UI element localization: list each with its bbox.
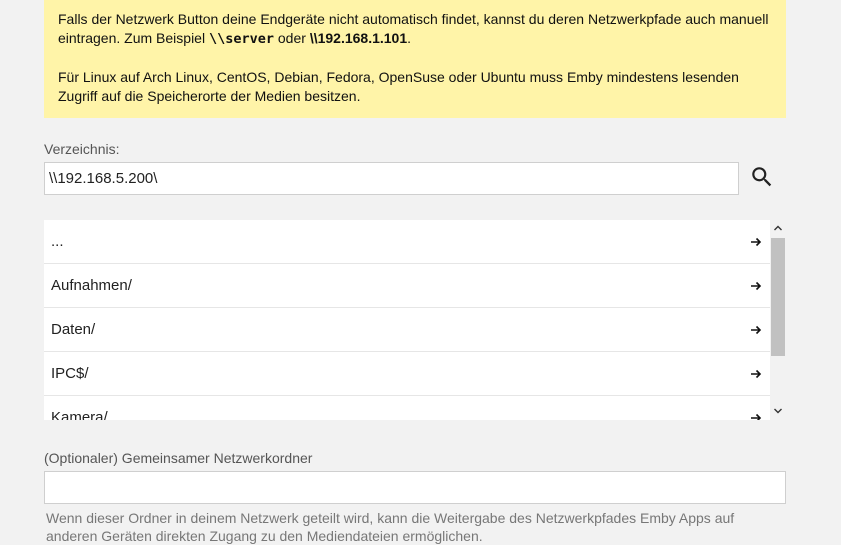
folder-row-ipc[interactable]: IPC$/ bbox=[44, 352, 770, 396]
folder-row-daten[interactable]: Daten/ bbox=[44, 308, 770, 352]
folder-row-parent[interactable]: ... bbox=[44, 220, 770, 264]
folder-row-kamera[interactable]: Kamera/ bbox=[44, 396, 770, 420]
notice-paragraph-network-paths: Falls der Netzwerk Button deine Endgerät… bbox=[58, 11, 769, 47]
search-icon bbox=[752, 167, 772, 187]
folder-list-scrollbar[interactable] bbox=[770, 220, 785, 420]
chevron-up-icon[interactable] bbox=[773, 224, 783, 232]
arrow-right-icon bbox=[751, 281, 762, 290]
notice-paragraph-linux: Für Linux auf Arch Linux, CentOS, Debian… bbox=[58, 69, 739, 104]
arrow-right-icon bbox=[751, 413, 762, 420]
info-notice: Falls der Netzwerk Button deine Endgerät… bbox=[44, 0, 786, 118]
chevron-down-icon[interactable] bbox=[773, 407, 783, 415]
arrow-right-icon bbox=[751, 325, 762, 334]
network-share-label: (Optionaler) Gemeinsamer Netzwerkordner bbox=[44, 450, 313, 466]
directory-path-input[interactable] bbox=[44, 162, 739, 195]
folder-list: ... Aufnahmen/ Daten/ IPC$/ Kamera/ bbox=[44, 220, 770, 420]
folder-row-aufnahmen[interactable]: Aufnahmen/ bbox=[44, 264, 770, 308]
folder-name: ... bbox=[51, 233, 64, 250]
arrow-right-icon bbox=[751, 369, 762, 378]
example-server-path: \\server bbox=[208, 31, 274, 47]
example-ip-path: \\192.168.1.101 bbox=[309, 30, 408, 46]
network-share-input[interactable] bbox=[44, 471, 786, 504]
search-button[interactable] bbox=[749, 164, 775, 190]
scroll-thumb[interactable] bbox=[771, 238, 785, 356]
folder-name: Daten/ bbox=[51, 321, 96, 338]
folder-name: Aufnahmen/ bbox=[51, 277, 132, 294]
folder-name: IPC$/ bbox=[51, 365, 89, 382]
arrow-right-icon bbox=[751, 237, 762, 246]
folder-name: Kamera/ bbox=[51, 409, 108, 420]
directory-label: Verzeichnis: bbox=[44, 141, 120, 157]
